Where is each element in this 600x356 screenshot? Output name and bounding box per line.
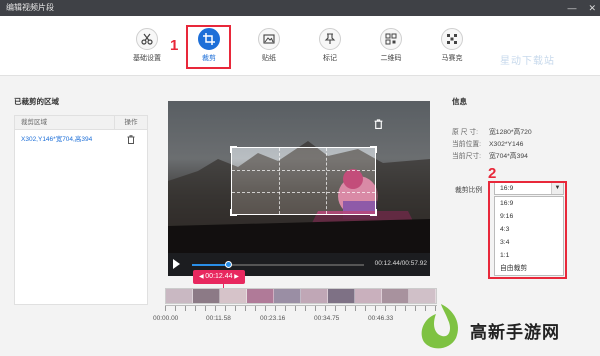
crop-rectangle[interactable] (230, 146, 377, 216)
tick-label: 00:11.58 (206, 315, 231, 322)
crop-ratio-label: 裁剪比例 (455, 187, 483, 194)
dropdown-highlight (488, 181, 567, 279)
step-2-label: 2 (488, 165, 497, 182)
window-title: 编辑视频片段 (6, 3, 54, 12)
crop-tool-highlight (186, 25, 231, 69)
arrow-right-icon: ▶ (232, 274, 239, 280)
time-marker[interactable]: ◀ 00:12.44 ▶ (193, 270, 245, 284)
info-key: 当前尺寸: (452, 153, 482, 160)
close-button[interactable]: ✕ (588, 0, 596, 16)
minimize-button[interactable]: — (567, 0, 576, 16)
crop-handle[interactable] (370, 209, 377, 216)
table-header: 裁剪区域 操作 (15, 116, 147, 130)
thumbnail-strip[interactable] (165, 288, 437, 304)
tool-label: 标记 (323, 55, 337, 62)
cropped-regions-panel: 已裁剪的区域 裁剪区域 操作 X302,Y146*宽704,高394 (14, 96, 152, 305)
info-panel: 信息 原 尺 寸: 宽1280*高720 当前位置: X302*Y146 当前尺寸:… (452, 96, 592, 163)
mosaic-icon (441, 28, 463, 50)
tick-label: 00:23.16 (260, 315, 286, 322)
tool-label: 贴纸 (262, 55, 276, 62)
info-current-size: 当前尺寸: 宽704*高394 (452, 151, 592, 163)
col-region: 裁剪区域 (15, 116, 115, 129)
title-bar: 编辑视频片段 — ✕ (0, 0, 600, 16)
time-readout: 00:12.44/00:57.92 (374, 260, 427, 267)
panel-title: 已裁剪的区域 (14, 97, 59, 106)
tool-label: 马赛克 (441, 55, 463, 62)
marker-time: 00:12.44 (205, 273, 233, 280)
info-value: X302*Y146 (489, 141, 524, 148)
trash-icon[interactable] (115, 130, 147, 150)
crop-handle[interactable] (230, 146, 237, 153)
seek-fill (192, 264, 229, 266)
tool-label: 二维码 (380, 55, 402, 62)
tick-label: 00:34.75 (314, 315, 340, 322)
info-value: 宽1280*高720 (489, 129, 532, 136)
tool-sticker[interactable]: 贴纸 (249, 28, 289, 63)
regions-table: 裁剪区域 操作 X302,Y146*宽704,高394 (14, 115, 148, 305)
info-key: 原 尺 寸: (452, 129, 479, 136)
brand-text: 高新手游网 (470, 323, 560, 342)
crop-handle[interactable] (370, 146, 377, 153)
table-row[interactable]: X302,Y146*宽704,高394 (15, 130, 147, 150)
tool-qrcode[interactable]: 二维码 (371, 28, 411, 63)
video-preview[interactable]: 00:12.44/00:57.92 (168, 101, 430, 276)
watermark-text: 星动下载站 (500, 56, 555, 67)
timeline-ruler (165, 305, 437, 311)
info-current-position: 当前位置: X302*Y146 (452, 139, 592, 151)
tick-label: 00:46.33 (368, 315, 394, 322)
brand-logo (418, 302, 464, 352)
panel-title: 信息 (452, 97, 467, 106)
info-value: 宽704*高394 (489, 153, 528, 160)
tool-basic-settings[interactable]: 基础设置 (127, 28, 167, 63)
seek-bar[interactable] (192, 261, 364, 268)
col-action: 操作 (124, 119, 138, 126)
seek-knob[interactable] (225, 261, 233, 268)
region-value[interactable]: X302,Y146*宽704,高394 (15, 130, 115, 150)
tool-mark[interactable]: 标记 (310, 28, 350, 63)
tool-label: 基础设置 (133, 55, 161, 62)
tick-label: 00:00.00 (153, 315, 179, 322)
pin-icon (319, 28, 341, 50)
tool-mosaic[interactable]: 马赛克 (432, 28, 472, 63)
play-icon[interactable] (173, 259, 180, 269)
qrcode-icon (380, 28, 402, 50)
crop-handle[interactable] (230, 209, 237, 216)
scissors-icon (136, 28, 158, 50)
trash-icon[interactable] (374, 119, 383, 131)
info-original-size: 原 尺 寸: 宽1280*高720 (452, 127, 592, 139)
step-1-label: 1 (170, 37, 179, 54)
info-key: 当前位置: (452, 141, 482, 148)
toolbar: 基础设置 裁剪 贴纸 标记 二维码 马赛克 (0, 16, 600, 76)
image-icon (258, 28, 280, 50)
